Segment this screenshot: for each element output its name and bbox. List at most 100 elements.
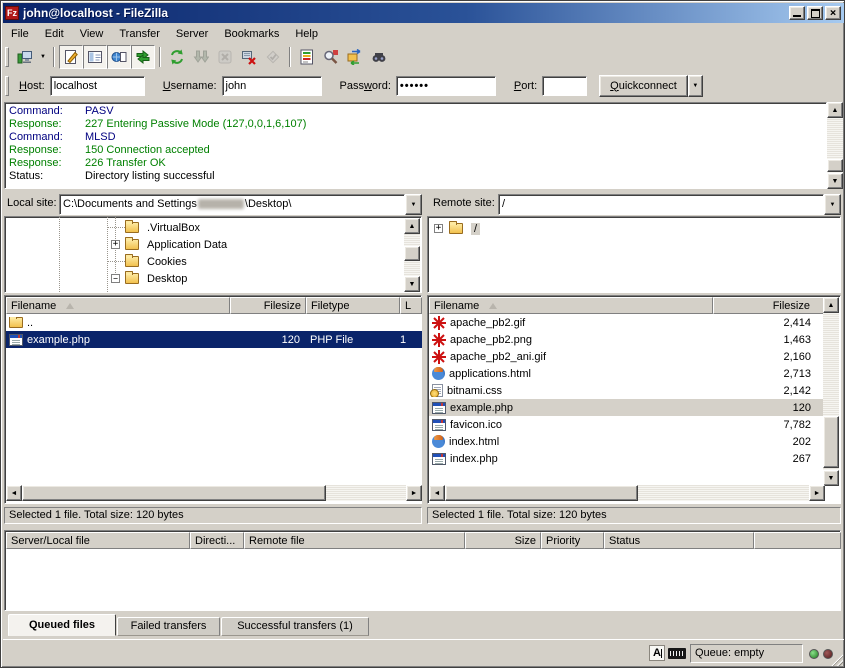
scroll-left-icon[interactable] bbox=[429, 485, 445, 501]
collapse-icon[interactable] bbox=[111, 274, 120, 283]
tree-item[interactable]: Application Data bbox=[5, 236, 421, 253]
toggle-local-tree-button[interactable] bbox=[83, 45, 107, 69]
port-input[interactable] bbox=[542, 76, 587, 96]
scroll-thumb[interactable] bbox=[445, 485, 638, 501]
column-header-filename[interactable]: Filename bbox=[429, 297, 713, 314]
expand-icon[interactable] bbox=[434, 224, 443, 233]
filter-button[interactable] bbox=[295, 45, 319, 69]
file-row[interactable]: favicon.ico7,782 bbox=[429, 416, 825, 433]
scroll-thumb[interactable] bbox=[823, 416, 839, 468]
tab-queued-files[interactable]: Queued files bbox=[8, 614, 116, 636]
menu-edit[interactable]: Edit bbox=[37, 26, 72, 42]
local-list-hscrollbar[interactable] bbox=[6, 485, 422, 501]
scroll-up-icon[interactable] bbox=[827, 102, 843, 118]
toggle-remote-tree-button[interactable] bbox=[107, 45, 131, 69]
menu-view[interactable]: View bbox=[72, 26, 112, 42]
remote-list-hscrollbar[interactable] bbox=[429, 485, 825, 501]
synchronized-browsing-button[interactable] bbox=[343, 45, 367, 69]
file-row[interactable]: apache_pb2_ani.gif2,160 bbox=[429, 348, 825, 365]
menu-transfer[interactable]: Transfer bbox=[111, 26, 168, 42]
column-header-priority[interactable]: Priority bbox=[541, 532, 604, 549]
menu-file[interactable]: File bbox=[3, 26, 37, 42]
scroll-down-icon[interactable] bbox=[404, 276, 420, 292]
remote-site-path[interactable]: / bbox=[498, 194, 824, 215]
file-row[interactable]: .. bbox=[6, 314, 422, 331]
scroll-right-icon[interactable] bbox=[406, 485, 422, 501]
local-site-dropdown[interactable] bbox=[405, 194, 422, 215]
local-site-path[interactable]: C:\Documents and Settings\Desktop\ bbox=[59, 194, 405, 215]
quickconnect-drag-handle[interactable] bbox=[5, 76, 9, 96]
quickconnect-button[interactable]: Quickconnect bbox=[599, 75, 688, 97]
site-manager-dropdown[interactable] bbox=[37, 45, 49, 69]
tree-item-label[interactable]: Cookies bbox=[147, 256, 187, 268]
tree-item-label[interactable]: Desktop bbox=[147, 273, 187, 285]
refresh-button[interactable] bbox=[165, 45, 189, 69]
cancel-button[interactable] bbox=[213, 45, 237, 69]
file-row[interactable]: applications.html2,713 bbox=[429, 365, 825, 382]
menu-server[interactable]: Server bbox=[168, 26, 216, 42]
tree-item-label[interactable]: .VirtualBox bbox=[147, 222, 200, 234]
column-header-size[interactable]: Size bbox=[465, 532, 541, 549]
toggle-queue-button[interactable] bbox=[131, 45, 155, 69]
tree-item-label[interactable]: / bbox=[471, 223, 480, 235]
file-row[interactable]: apache_pb2.png1,463 bbox=[429, 331, 825, 348]
tree-item[interactable]: / bbox=[428, 220, 840, 237]
column-header-filetype[interactable]: Filetype bbox=[306, 297, 400, 314]
process-queue-button[interactable] bbox=[189, 45, 213, 69]
close-button[interactable]: × bbox=[825, 6, 841, 20]
password-input[interactable]: •••••• bbox=[396, 76, 496, 96]
abort-button[interactable] bbox=[261, 45, 285, 69]
toggle-message-log-button[interactable] bbox=[59, 45, 83, 69]
column-header-remote-file[interactable]: Remote file bbox=[244, 532, 465, 549]
column-header-filesize[interactable]: Filesize bbox=[230, 297, 306, 314]
scroll-thumb[interactable] bbox=[827, 159, 843, 172]
file-row-selected[interactable]: example.php120 bbox=[429, 399, 825, 416]
site-manager-button[interactable] bbox=[13, 45, 37, 69]
quickconnect-dropdown[interactable] bbox=[688, 75, 703, 97]
find-files-button[interactable] bbox=[367, 45, 391, 69]
remote-site-combo[interactable]: / bbox=[498, 194, 841, 215]
maximize-button[interactable] bbox=[807, 6, 823, 20]
host-input[interactable]: localhost bbox=[50, 76, 145, 96]
remote-site-dropdown[interactable] bbox=[824, 194, 841, 215]
file-row[interactable]: index.php267 bbox=[429, 450, 825, 467]
scroll-down-icon[interactable] bbox=[823, 470, 839, 486]
scroll-up-icon[interactable] bbox=[823, 297, 839, 313]
scroll-down-icon[interactable] bbox=[827, 173, 843, 189]
file-row[interactable]: index.html202 bbox=[429, 433, 825, 450]
disconnect-button[interactable] bbox=[237, 45, 261, 69]
file-row[interactable]: apache_pb2.gif2,414 bbox=[429, 314, 825, 331]
column-header-filename[interactable]: Filename bbox=[6, 297, 230, 314]
tree-item[interactable]: Desktop bbox=[5, 270, 421, 287]
expand-icon[interactable] bbox=[111, 240, 120, 249]
tree-item-label[interactable]: Application Data bbox=[147, 239, 227, 251]
menu-help[interactable]: Help bbox=[287, 26, 326, 42]
menu-bookmarks[interactable]: Bookmarks bbox=[216, 26, 287, 42]
file-row[interactable]: bitnami.css2,142 bbox=[429, 382, 825, 399]
scroll-right-icon[interactable] bbox=[809, 485, 825, 501]
minimize-button[interactable] bbox=[789, 6, 805, 20]
remote-list-vscrollbar[interactable] bbox=[823, 297, 839, 486]
tab-successful-transfers[interactable]: Successful transfers (1) bbox=[221, 617, 369, 636]
compare-directories-button[interactable] bbox=[319, 45, 343, 69]
scroll-thumb[interactable] bbox=[404, 246, 420, 261]
column-header-filesize[interactable]: Filesize bbox=[713, 297, 825, 314]
scroll-up-icon[interactable] bbox=[404, 218, 420, 234]
file-row-selected[interactable]: example.php 120 PHP File 1 bbox=[6, 331, 422, 348]
transfer-type-ascii-icon: A bbox=[649, 645, 665, 661]
column-header-status[interactable]: Status bbox=[604, 532, 754, 549]
log-scrollbar[interactable] bbox=[827, 102, 843, 189]
local-tree-scrollbar[interactable] bbox=[404, 218, 420, 292]
column-header-direction[interactable]: Directi... bbox=[190, 532, 244, 549]
username-input[interactable]: john bbox=[222, 76, 322, 96]
local-site-combo[interactable]: C:\Documents and Settings\Desktop\ bbox=[59, 194, 422, 215]
column-header-server-local-file[interactable]: Server/Local file bbox=[6, 532, 190, 549]
tree-item[interactable]: Cookies bbox=[5, 253, 421, 270]
column-header-lastmodified[interactable]: L bbox=[400, 297, 422, 314]
scroll-thumb[interactable] bbox=[22, 485, 326, 501]
scroll-left-icon[interactable] bbox=[6, 485, 22, 501]
toolbar-drag-handle[interactable] bbox=[5, 47, 9, 67]
tree-item[interactable]: .VirtualBox bbox=[5, 219, 421, 236]
tab-failed-transfers[interactable]: Failed transfers bbox=[117, 617, 220, 636]
titlebar[interactable]: Fz john@localhost - FileZilla × bbox=[3, 3, 844, 23]
